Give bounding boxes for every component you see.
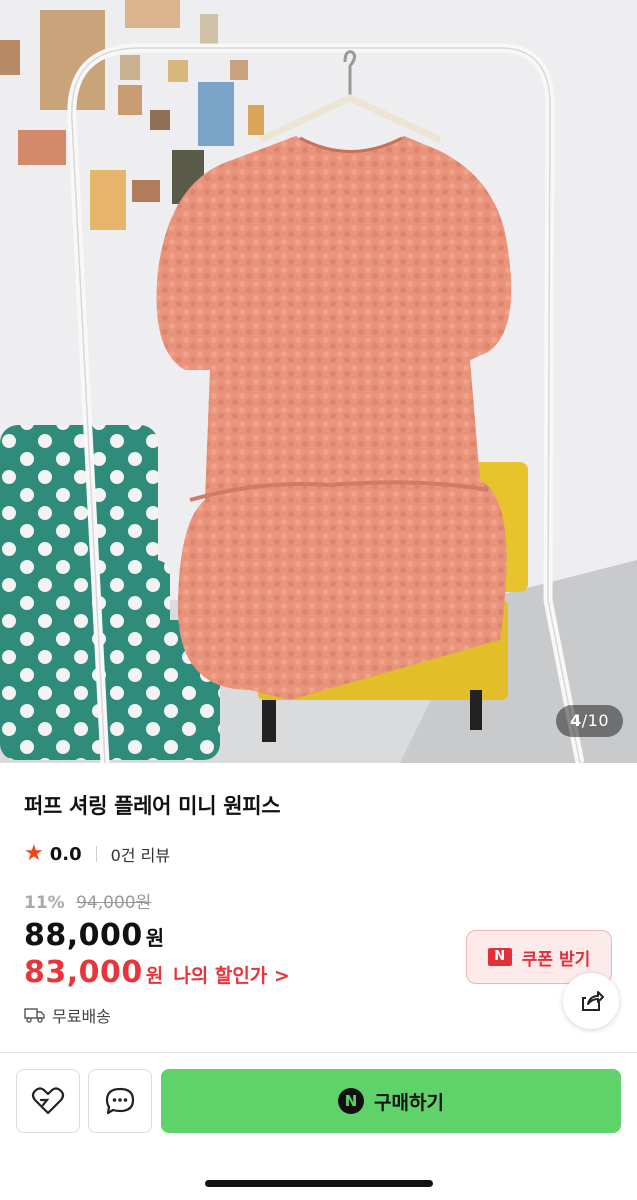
home-indicator[interactable] [205, 1180, 433, 1187]
original-price: 94,000원 [76, 893, 152, 913]
shipping-row: 무료배송 [24, 1003, 111, 1027]
image-counter: 4/10 [556, 705, 623, 737]
share-icon [582, 991, 604, 1011]
my-discount-price-row[interactable]: 83,000 원 나의 할인가 > [24, 955, 290, 990]
heart-icon [31, 1087, 65, 1115]
discount-percent: 11% [24, 893, 65, 913]
rating-divider [95, 846, 97, 862]
coupon-button-label: 쿠폰 받기 [521, 949, 591, 970]
section-divider [0, 1052, 637, 1053]
rating-value: 0.0 [49, 843, 82, 865]
sale-price-row: 88,000 원 [24, 918, 164, 953]
sale-price-unit: 원 [145, 926, 165, 950]
star-icon: ★ [24, 841, 44, 866]
buy-button[interactable]: N 구매하기 [161, 1069, 621, 1133]
my-discount-price-link[interactable]: 나의 할인가 > [173, 961, 290, 988]
chat-icon [105, 1087, 135, 1115]
review-count[interactable]: 0건 리뷰 [111, 842, 170, 866]
original-price-row: 11% 94,000원 [24, 888, 151, 913]
shipping-label: 무료배송 [52, 1007, 111, 1026]
naver-badge-icon: N [487, 948, 512, 966]
truck-icon [24, 1008, 45, 1023]
share-button[interactable] [563, 973, 619, 1029]
sale-price: 88,000 [24, 918, 143, 953]
rating-row[interactable]: ★ 0.0 0건 리뷰 [24, 842, 170, 866]
my-discount-price: 83,000 [24, 955, 143, 990]
buy-button-label: 구매하기 [374, 1091, 444, 1114]
product-title: 퍼프 셔링 플레어 미니 원피스 [24, 794, 281, 818]
image-counter-current: 4 [570, 711, 582, 730]
naver-pay-icon: N [338, 1088, 365, 1114]
talk-button[interactable] [88, 1069, 152, 1133]
image-counter-total: 10 [587, 711, 609, 730]
wishlist-button[interactable] [16, 1069, 80, 1133]
product-image[interactable]: 4/10 [0, 0, 637, 763]
my-discount-price-unit: 원 [145, 965, 164, 987]
